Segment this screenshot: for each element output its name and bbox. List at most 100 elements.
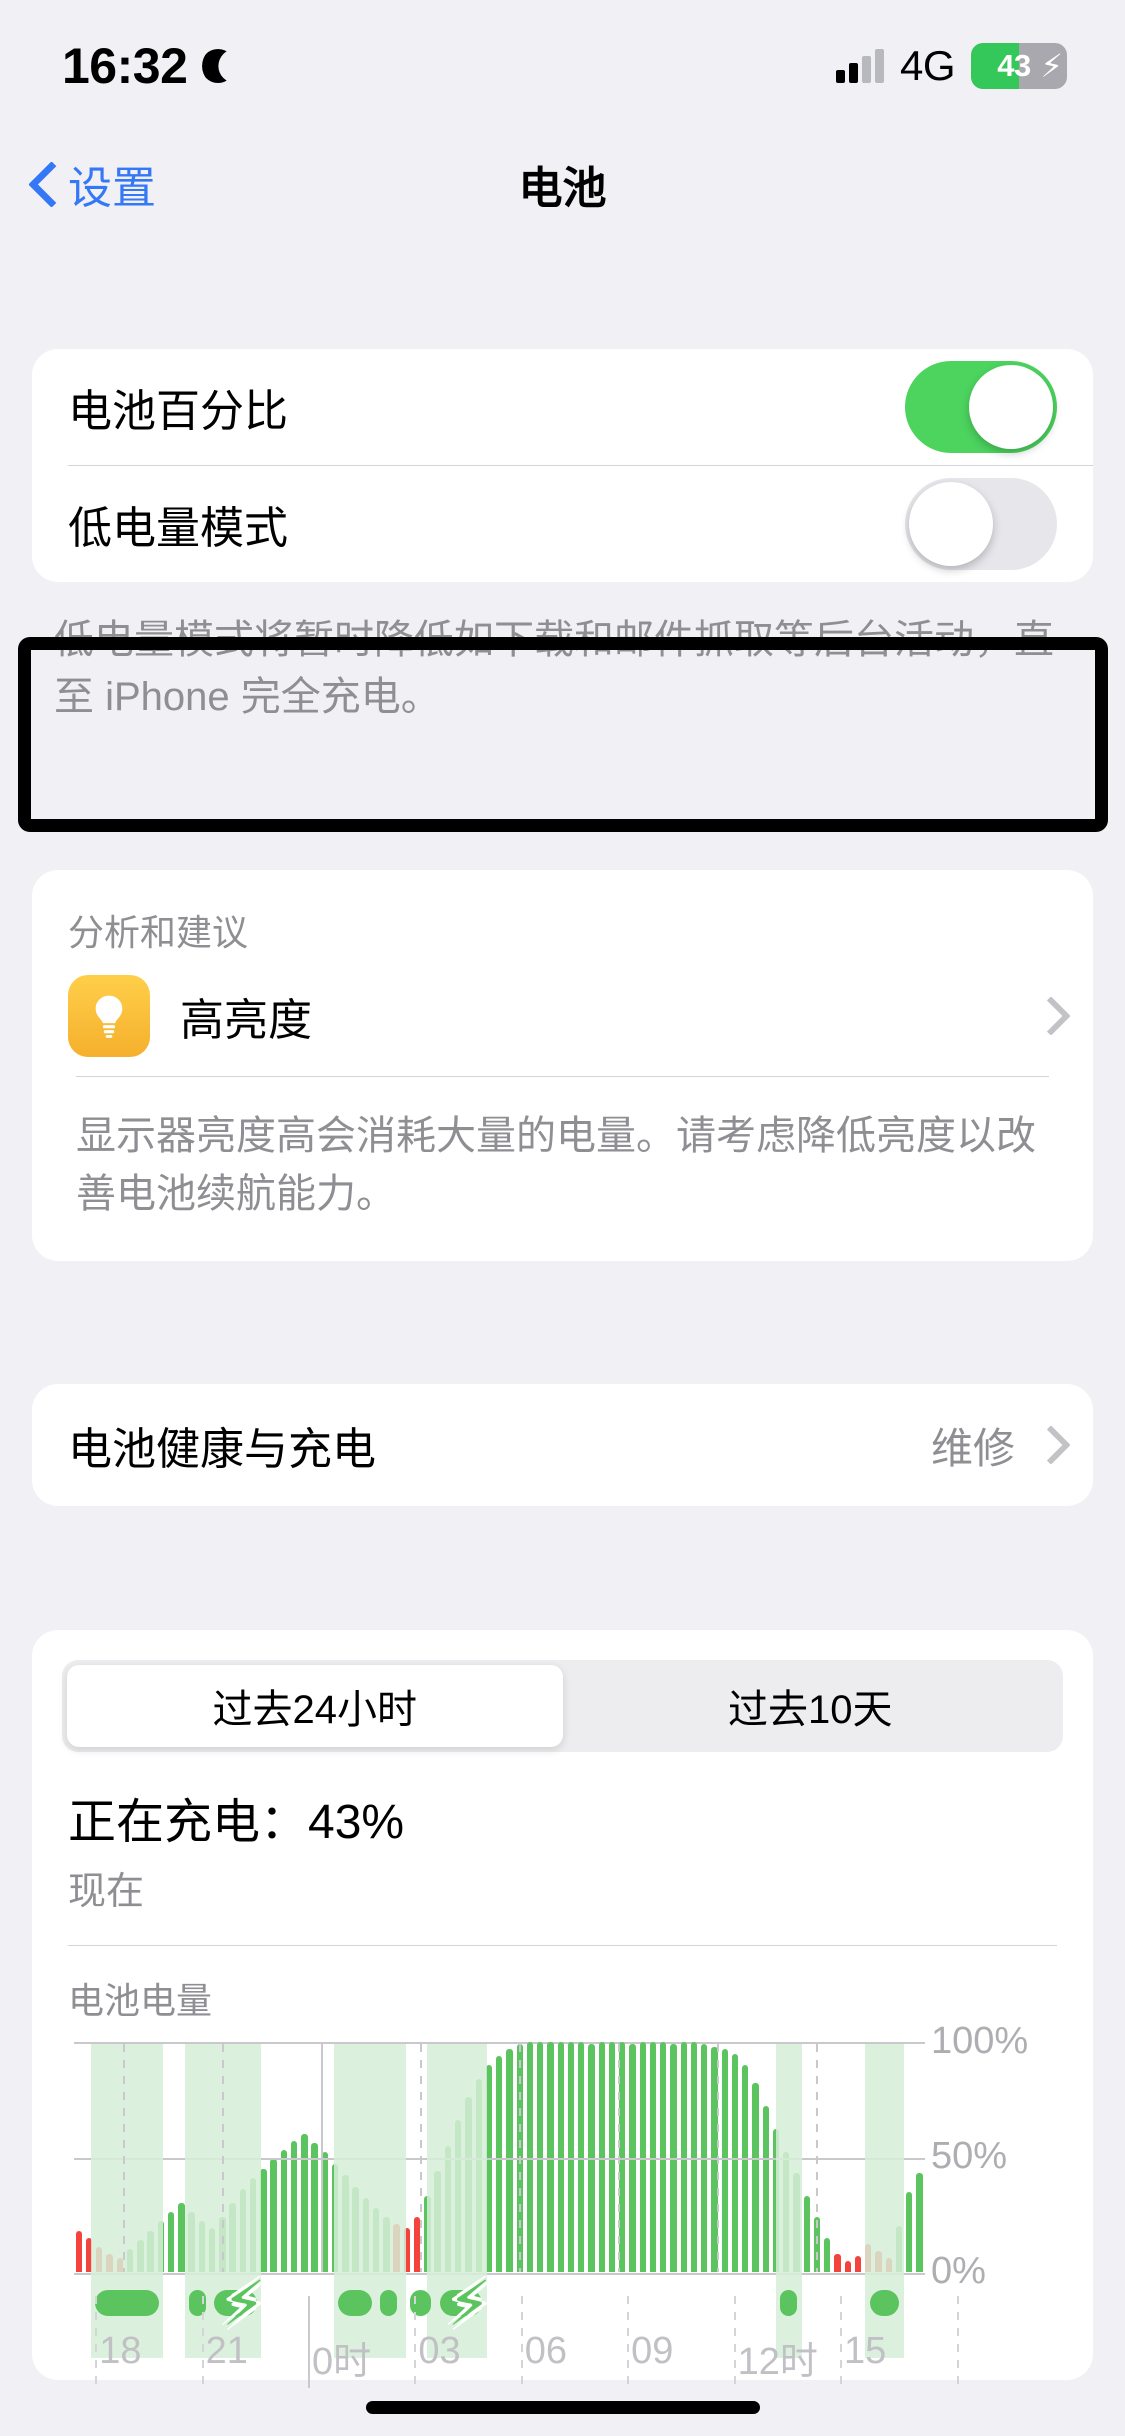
chart-title: 电池电量 xyxy=(68,1980,213,2021)
battery-health-right: 维修 xyxy=(931,1415,1057,1476)
chart-plot-area xyxy=(74,2042,925,2358)
home-indicator xyxy=(365,2401,760,2414)
x-axis-gridline xyxy=(627,2296,630,2388)
time-range-segmented-control[interactable]: 过去24小时 过去10天 xyxy=(62,1660,1063,1752)
charge-state-label: 正在充电：43% xyxy=(68,1796,405,1849)
chart-bar xyxy=(557,2042,564,2272)
x-axis-tick-label: 09 xyxy=(631,2330,674,2372)
chart-bar xyxy=(311,2143,318,2272)
suggestion-row-high-brightness[interactable]: 高亮度 xyxy=(32,956,1093,1076)
battery-health-label: 电池健康与充电 xyxy=(68,1425,376,1474)
row-battery-percentage[interactable]: 电池百分比 xyxy=(32,349,1093,465)
battery-level-chart: 100% 50% 0% ⚡ ⚡ xyxy=(74,2020,1057,2358)
battery-status-icon: 43 ⚡ xyxy=(971,43,1067,89)
y-axis-label-50: 50% xyxy=(931,2135,1008,2177)
chart-bar xyxy=(167,2212,175,2272)
chevron-right-icon xyxy=(1037,1427,1057,1463)
chart-bar xyxy=(649,2042,657,2272)
status-bar-left: 16:32 xyxy=(62,37,235,95)
chart-bar xyxy=(906,2191,913,2272)
chart-bar xyxy=(547,2042,554,2272)
status-time: 16:32 xyxy=(62,38,188,94)
page-title: 电池 xyxy=(518,164,607,213)
segment-last-24-hours[interactable]: 过去24小时 xyxy=(67,1665,563,1747)
x-axis-gridline xyxy=(957,2296,959,2388)
cellular-signal-icon xyxy=(835,49,884,83)
x-axis-gridline xyxy=(307,2296,310,2388)
chart-bar xyxy=(731,2053,739,2272)
chart-gridline-vertical xyxy=(519,2044,522,2272)
chart-bar xyxy=(506,2048,513,2272)
chart-bar xyxy=(721,2048,728,2272)
charge-time-label: 现在 xyxy=(68,1871,145,1913)
chart-bar xyxy=(608,2042,616,2272)
chart-bar xyxy=(752,2083,759,2272)
chart-bar xyxy=(803,2196,810,2272)
chart-bar xyxy=(690,2042,698,2272)
chart-bar xyxy=(598,2042,605,2272)
chart-gridline-vertical xyxy=(717,2044,720,2272)
x-axis-tick-label: 12时 xyxy=(737,2341,818,2383)
analytics-suggestions-card: 分析和建议 高亮度 显示器亮度高会消耗大量的电量。请考虑降低亮度以改善电池续航能… xyxy=(32,870,1093,1261)
battery-percentage-label: 电池百分比 xyxy=(68,387,288,436)
chart-bar xyxy=(916,2173,923,2272)
switch-knob xyxy=(909,482,993,566)
charging-bolt-icon: ⚡ xyxy=(1040,48,1063,84)
low-power-mode-label: 低电量模式 xyxy=(68,504,288,553)
chart-bar xyxy=(270,2159,277,2272)
chart-bar xyxy=(578,2042,585,2272)
status-bar-right: 4G 43 ⚡ xyxy=(835,42,1067,90)
suggestion-label: 高亮度 xyxy=(180,996,312,1045)
lightbulb-icon xyxy=(68,975,150,1057)
x-axis-gridline xyxy=(733,2296,736,2388)
row-battery-health[interactable]: 电池健康与充电 维修 xyxy=(32,1384,1093,1506)
chart-bar xyxy=(280,2150,288,2272)
chart-bar xyxy=(660,2042,667,2272)
suggestion-description: 显示器亮度高会消耗大量的电量。请考虑降低亮度以改善电池续航能力。 xyxy=(76,1114,1036,1216)
battery-usage-card: 过去24小时 过去10天 正在充电：43% 现在 电池电量 100% 50% 0… xyxy=(32,1630,1093,2380)
chart-bar xyxy=(567,2042,575,2272)
x-axis-gridline xyxy=(414,2296,417,2388)
row-low-power-mode[interactable]: 低电量模式 xyxy=(32,466,1093,582)
x-axis-tick-label: 15 xyxy=(843,2330,887,2372)
x-axis-gridline xyxy=(839,2296,842,2388)
network-type-label: 4G xyxy=(899,42,956,89)
chart-bar xyxy=(526,2042,534,2272)
chart-x-axis: 18 21 0时 03 06 09 12时 15 xyxy=(42,2296,959,2388)
chart-gridline-vertical xyxy=(420,2044,423,2272)
chart-bar xyxy=(844,2260,851,2272)
y-axis-label-100: 100% xyxy=(931,2020,1029,2062)
chart-bar xyxy=(834,2253,841,2272)
low-power-mode-switch[interactable] xyxy=(905,478,1057,570)
x-axis-gridline xyxy=(520,2296,523,2388)
battery-health-card: 电池健康与充电 维修 xyxy=(32,1384,1093,1506)
crescent-moon-icon xyxy=(201,49,235,83)
battery-percentage-switch[interactable] xyxy=(905,361,1057,453)
x-axis-tick-label: 18 xyxy=(99,2330,142,2372)
chart-bar xyxy=(824,2237,831,2272)
battery-toggles-group: 电池百分比 低电量模式 xyxy=(32,349,1093,582)
chart-bar xyxy=(742,2065,749,2272)
y-axis-label-0: 0% xyxy=(931,2250,986,2292)
navigation-bar: 设置 电池 xyxy=(0,132,1125,236)
chart-bar xyxy=(496,2055,503,2272)
x-axis-gridline xyxy=(95,2296,98,2388)
chevron-right-icon xyxy=(1037,998,1057,1034)
chart-bar xyxy=(537,2042,544,2272)
x-axis-tick-label: 0时 xyxy=(311,2341,372,2383)
low-power-mode-footnote: 低电量模式将暂时降低如下载和邮件抓取等后台活动，直至 iPhone 完全充电。 xyxy=(54,618,1054,719)
chart-bar xyxy=(178,2203,185,2272)
chart-bar xyxy=(680,2042,687,2272)
analytics-section-title: 分析和建议 xyxy=(68,912,249,953)
chart-gridline-vertical xyxy=(618,2044,621,2272)
switch-knob xyxy=(969,365,1053,449)
chart-bar xyxy=(75,2230,82,2272)
chart-gridline-vertical xyxy=(222,2044,225,2272)
chart-gridline-vertical xyxy=(321,2044,324,2272)
x-axis-tick-label: 06 xyxy=(524,2330,568,2372)
chart-bar xyxy=(762,2106,769,2272)
segment-last-10-days[interactable]: 过去10天 xyxy=(563,1665,1059,1747)
x-axis-tick-label: 21 xyxy=(205,2330,248,2372)
x-axis-gridline xyxy=(201,2296,204,2388)
chart-gridline-vertical xyxy=(123,2044,126,2272)
